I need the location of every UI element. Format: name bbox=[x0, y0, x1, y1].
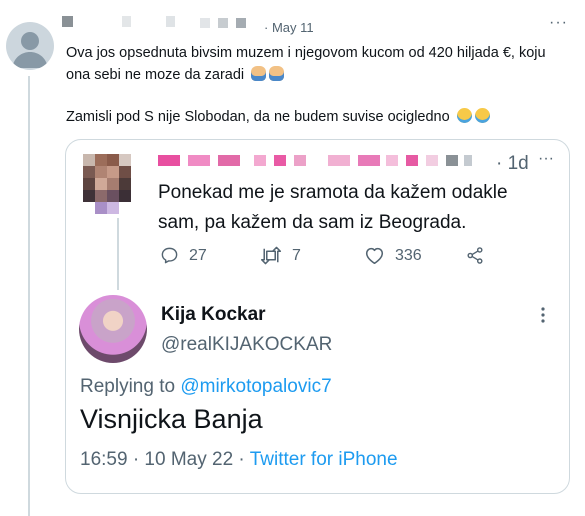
thread-line bbox=[28, 76, 30, 516]
share-action[interactable] bbox=[465, 246, 485, 265]
like-action[interactable]: 336 bbox=[364, 246, 422, 265]
replying-to: Replying to @mirkotopalovic7 bbox=[80, 376, 332, 398]
retweet-action[interactable]: 7 bbox=[260, 246, 301, 265]
display-name[interactable]: Kija Kockar bbox=[161, 304, 266, 326]
vertical-more-icon[interactable] bbox=[540, 306, 546, 329]
reply-count: 27 bbox=[189, 246, 207, 264]
replying-handle-link[interactable]: @mirkotopalovic7 bbox=[180, 376, 331, 397]
quoted-tweet-text: Ponekad me je sramota da kažem odakle sa… bbox=[158, 178, 548, 238]
quoted-tweet-line2: sam, pa kažem da sam iz Beograda. bbox=[158, 212, 467, 233]
quoted-tweet-time[interactable]: · 1d bbox=[496, 153, 529, 175]
retweet-icon bbox=[260, 246, 282, 265]
man-facepalming-emoji-icon bbox=[269, 66, 285, 81]
tweet-text-line3: Zamisli pod S nije Slobodan, da ne budem… bbox=[66, 109, 450, 125]
tweet-timestamp[interactable]: 16:59 · 10 May 22 · bbox=[80, 449, 245, 470]
tweet-text-line2: ona sebi ne moze da zaradi bbox=[66, 67, 245, 83]
tweet-source-link[interactable]: Twitter for iPhone bbox=[250, 449, 398, 470]
tweet-text: Ova jos opsednuta bivsim muzem i njegovo… bbox=[66, 42, 566, 128]
man-facepalming-emoji-icon bbox=[251, 66, 267, 81]
embedded-tweet-text: Visnjicka Banja bbox=[80, 404, 263, 434]
like-count: 336 bbox=[395, 246, 422, 264]
default-avatar-icon bbox=[12, 32, 48, 68]
kija-avatar[interactable] bbox=[79, 295, 147, 363]
tweet-date[interactable]: · May 11 bbox=[264, 20, 314, 35]
tears-of-joy-emoji-icon bbox=[456, 108, 472, 123]
tears-of-joy-emoji-icon bbox=[474, 108, 490, 123]
retweet-count: 7 bbox=[292, 246, 301, 264]
user-handle[interactable]: @realKIJAKOCKAR bbox=[161, 334, 332, 356]
more-dots-icon[interactable]: ··· bbox=[549, 14, 568, 32]
quoted-tweet-line1: Ponekad me je sramota da kažem odakle bbox=[158, 182, 508, 203]
tweet-timestamp-row: 16:59 · 10 May 22 · Twitter for iPhone bbox=[80, 449, 398, 471]
censored-quoted-username bbox=[158, 154, 488, 168]
quoted-user-avatar[interactable] bbox=[83, 154, 131, 214]
replying-prefix: Replying to bbox=[80, 376, 176, 397]
user-avatar[interactable] bbox=[6, 22, 54, 70]
censored-handle bbox=[200, 16, 262, 28]
reply-action[interactable]: 27 bbox=[160, 246, 207, 265]
quoted-thread-line bbox=[117, 218, 119, 290]
censored-username bbox=[62, 14, 192, 28]
tweet-text-line1: Ova jos opsednuta bivsim muzem i njegovo… bbox=[66, 45, 546, 61]
heart-icon bbox=[365, 247, 384, 265]
share-icon bbox=[467, 247, 483, 264]
reply-icon bbox=[161, 247, 178, 264]
more-dots-icon[interactable]: ··· bbox=[538, 150, 554, 168]
